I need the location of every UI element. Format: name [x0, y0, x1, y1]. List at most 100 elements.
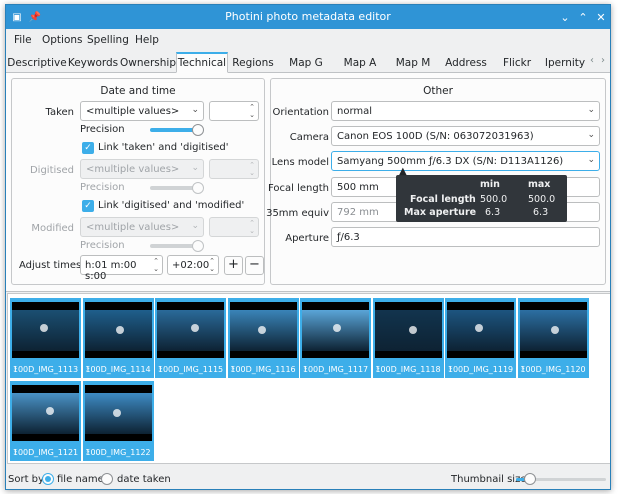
taken-value: <multiple values> — [86, 106, 180, 117]
menu-spelling[interactable]: Spelling — [87, 34, 129, 46]
adjust-times-label: Adjust times — [19, 260, 82, 271]
thumbnail-image — [374, 302, 442, 358]
tab-map-m[interactable]: Map M — [386, 52, 440, 73]
tab-flickr[interactable]: Flickr — [492, 52, 542, 73]
spin-arrows-icon: ⌃ ⌄ — [153, 257, 159, 273]
tab-technical[interactable]: Technical — [176, 52, 228, 73]
camera-combo[interactable]: Canon EOS 100D (S/N: 063072031963) ⌄ — [331, 126, 600, 146]
menu-file[interactable]: File — [14, 34, 32, 46]
tooltip-col-min: min — [480, 179, 500, 190]
moon-icon — [257, 326, 266, 334]
slider-handle[interactable] — [192, 240, 204, 252]
slider-handle[interactable] — [523, 473, 536, 485]
app-window: ▣ 📌 Photini photo metadata editor ⌄ ⌃ ✕ … — [5, 4, 611, 490]
mouse-cursor-icon: ▲ — [399, 166, 407, 177]
subtract-offset-button[interactable]: − — [245, 256, 264, 275]
aperture-input[interactable]: ƒ/6.3 — [331, 227, 600, 247]
moon-icon — [333, 324, 341, 332]
link-digitised-modified-label: Link 'digitised' and 'modified' — [98, 200, 245, 211]
thumbnail-image — [84, 385, 152, 441]
focal-length-label: Focal length — [268, 183, 329, 194]
thumbnail-caption: 100D_IMG_1121 — [12, 448, 79, 457]
chevron-down-icon: ⌄ — [587, 105, 595, 115]
thumbnail-image — [229, 302, 297, 358]
add-offset-button[interactable]: + — [224, 256, 243, 275]
moon-icon — [475, 324, 483, 332]
digitised-offset-spinbox[interactable]: ⌃ ⌄ — [209, 159, 259, 179]
precision-label: Precision — [80, 182, 125, 193]
modified-value: <multiple values> — [86, 222, 180, 233]
thumbnail[interactable]: ⚡ 100D_IMG_1113 — [10, 298, 81, 378]
thumbnail[interactable]: ⚡ 100D_IMG_1119 — [445, 298, 516, 378]
digitised-label: Digitised — [29, 165, 74, 176]
spin-arrows-icon: ⌃ ⌄ — [249, 103, 255, 119]
chevron-down-icon: ⌄ — [191, 105, 199, 115]
adjust-timezone-spinbox[interactable]: +02:00 ⌃ ⌄ — [167, 255, 219, 275]
thumbnail-caption: 100D_IMG_1119 — [447, 365, 514, 374]
menu-options[interactable]: Options — [42, 34, 83, 46]
digitised-datetime-combo[interactable]: <multiple values> ⌄ — [80, 159, 204, 179]
slider-handle[interactable] — [192, 182, 204, 194]
thumbnail-caption: 100D_IMG_1118 — [375, 365, 441, 374]
link-digitised-modified-checkbox[interactable]: ✓ — [82, 200, 94, 212]
equiv-35mm-value: 792 mm — [337, 207, 379, 218]
tab-address[interactable]: Address — [440, 52, 492, 73]
modified-precision-slider[interactable] — [150, 240, 204, 252]
title-bar: ▣ 📌 Photini photo metadata editor ⌄ ⌃ ✕ — [6, 5, 610, 29]
thumbnail-image — [157, 302, 224, 358]
equiv-35mm-label: 35mm equiv — [266, 208, 329, 219]
tab-bar: Descriptive Keywords Ownership Technical… — [6, 51, 610, 73]
tab-map-a[interactable]: Map A — [334, 52, 386, 73]
menu-bar: File Options Spelling Help — [6, 29, 610, 51]
thumbnail[interactable]: ⚡ 100D_IMG_1120 — [517, 298, 589, 378]
orientation-combo[interactable]: normal ⌄ — [331, 101, 600, 121]
tab-regions[interactable]: Regions — [228, 52, 278, 73]
spin-arrows-icon: ⌃ ⌄ — [249, 219, 255, 235]
sort-date-radio[interactable] — [101, 473, 113, 485]
sort-filename-radio[interactable] — [42, 473, 54, 485]
moon-icon — [46, 407, 54, 415]
menu-help[interactable]: Help — [135, 34, 159, 46]
thumbnail[interactable]: ⚡ 100D_IMG_1118 — [372, 298, 444, 378]
link-taken-digitised-checkbox[interactable]: ✓ — [82, 142, 94, 154]
camera-label: Camera — [289, 132, 329, 143]
modified-datetime-combo[interactable]: <multiple values> ⌄ — [80, 217, 204, 237]
slider-handle[interactable] — [192, 124, 204, 136]
digitised-precision-slider[interactable] — [150, 182, 204, 194]
lens-model-combo[interactable]: Samyang 500mm ƒ/6.3 DX (S/N: D113A1126) … — [331, 151, 600, 171]
taken-offset-spinbox[interactable]: ⌃ ⌄ — [209, 101, 259, 121]
adjust-times-spinbox[interactable]: h:01 m:00 s:00 ⌃ ⌄ — [80, 255, 163, 282]
tab-map-g[interactable]: Map G — [278, 52, 334, 73]
taken-datetime-combo[interactable]: <multiple values> ⌄ — [80, 101, 204, 121]
thumbnail-size-slider[interactable] — [516, 473, 606, 485]
tab-scroll-right-icon[interactable]: › — [601, 55, 605, 66]
tooltip-col-max: max — [528, 179, 551, 190]
tab-ownership[interactable]: Ownership — [120, 52, 176, 73]
thumbnail[interactable]: ⚡ 100D_IMG_1117 — [300, 298, 371, 378]
tooltip-aperture-min: 6.3 — [485, 207, 501, 218]
close-icon[interactable]: ✕ — [592, 8, 610, 26]
thumbnail-image — [12, 302, 79, 358]
thumbnail[interactable]: ⚡ 100D_IMG_1122 — [82, 381, 154, 461]
taken-precision-slider[interactable] — [150, 124, 204, 136]
spin-arrows-icon: ⌃ ⌄ — [249, 161, 255, 177]
minimize-icon[interactable]: ⌄ — [556, 8, 574, 26]
thumbnail-caption: 100D_IMG_1122 — [85, 448, 151, 457]
moon-icon — [115, 326, 124, 334]
tab-scroll-left-icon[interactable]: ‹ — [590, 55, 594, 66]
thumbnail[interactable]: ⚡ 100D_IMG_1115 — [155, 298, 226, 378]
aperture-label: Aperture — [285, 233, 329, 244]
modified-offset-spinbox[interactable]: ⌃ ⌄ — [209, 217, 259, 237]
maximize-icon[interactable]: ⌃ — [574, 8, 592, 26]
tab-descriptive[interactable]: Descriptive — [7, 52, 66, 73]
tooltip-row-focal-label: Focal length — [410, 194, 476, 205]
adjust-times-value: h:01 m:00 s:00 — [85, 260, 137, 282]
tab-ipernity[interactable]: Ipernity — [542, 52, 588, 73]
bottom-bar: Sort by file name date taken Thumbnail s… — [6, 467, 610, 489]
thumbnail-image — [519, 302, 587, 358]
thumbnail[interactable]: ⚡ 100D_IMG_1114 — [82, 298, 154, 378]
thumbnail[interactable]: ⚡ 100D_IMG_1121 — [10, 381, 81, 461]
chevron-down-icon: ⌄ — [587, 130, 595, 140]
thumbnail[interactable]: ⚡ 100D_IMG_1116 — [227, 298, 299, 378]
tab-keywords[interactable]: Keywords — [66, 52, 120, 73]
